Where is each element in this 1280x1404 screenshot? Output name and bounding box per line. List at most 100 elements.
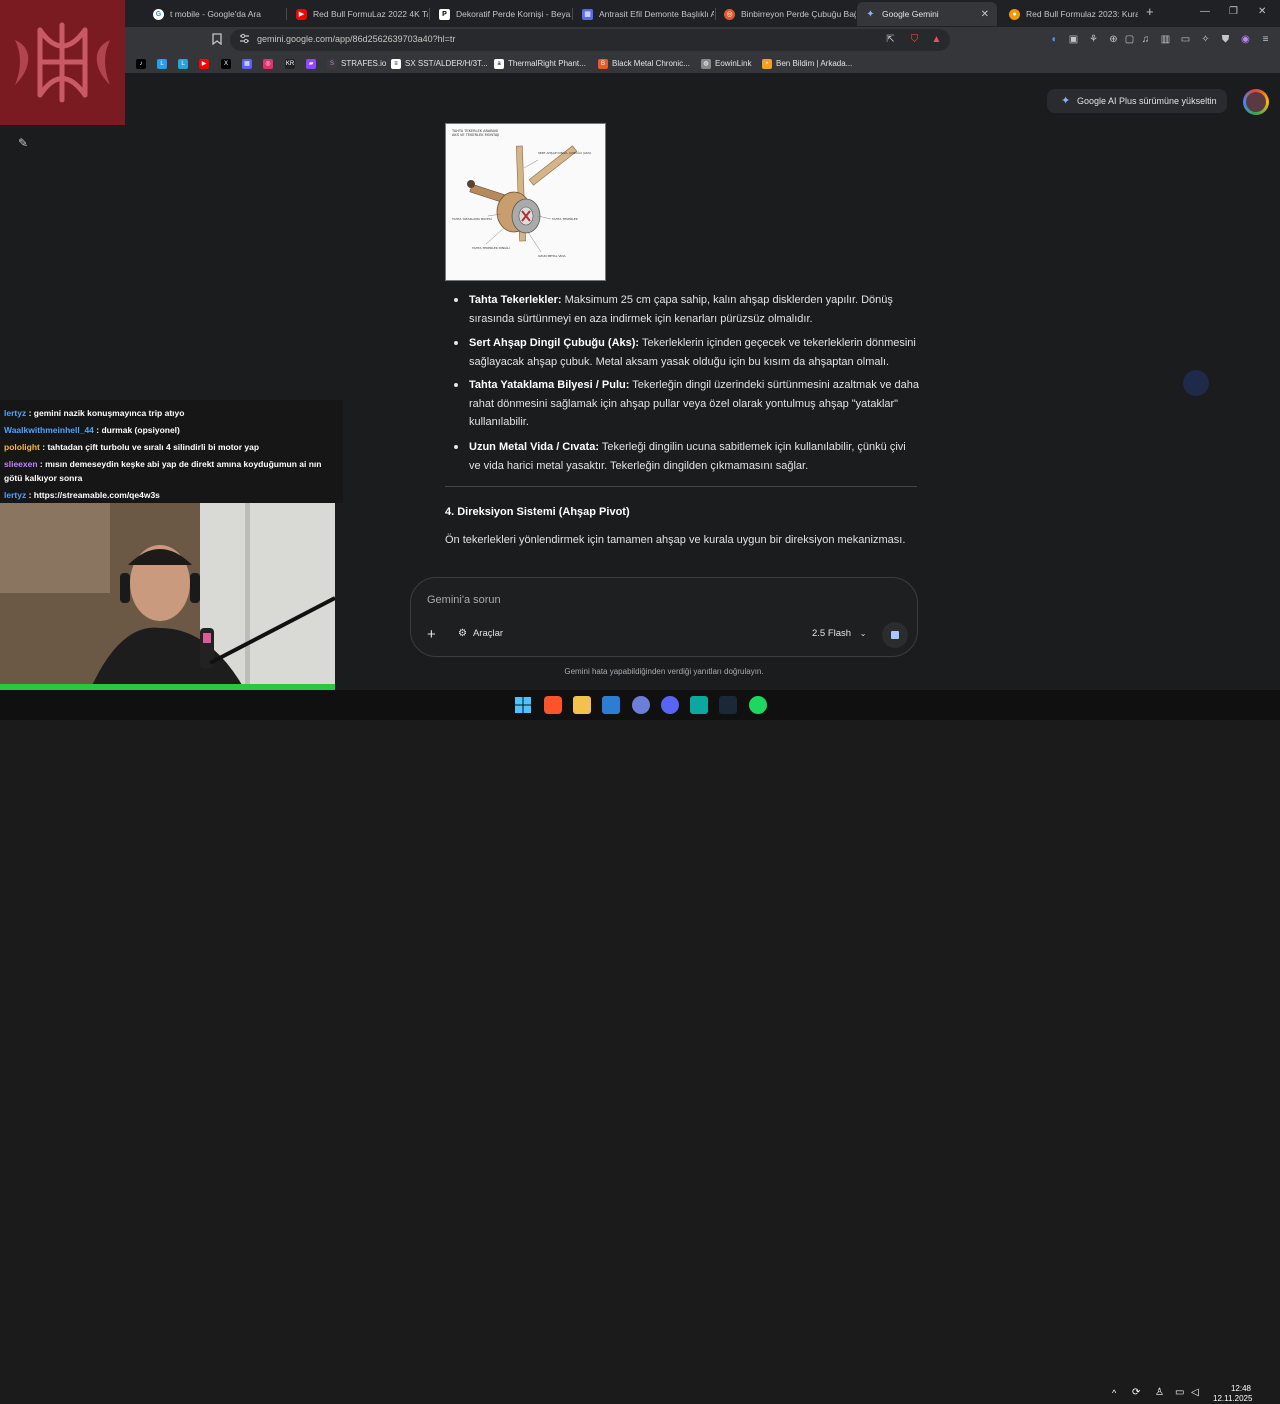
- tab-title: Red Bull Formulaz 2023: Kural: [1026, 9, 1138, 19]
- bookmark-eowinlink[interactable]: ◍ EowinLink: [701, 57, 751, 70]
- bookmark-black-metal[interactable]: B Black Metal Chronic...: [598, 57, 690, 70]
- bookmark-instagram[interactable]: ◎: [263, 57, 277, 70]
- bullet-heading: Sert Ahşap Dingil Çubuğu (Aks):: [469, 337, 640, 349]
- stop-button[interactable]: [882, 622, 908, 648]
- bookmark-site[interactable]: ▦: [242, 57, 256, 70]
- bullet-heading: Tahta Tekerlekler:: [469, 294, 562, 306]
- restore-icon[interactable]: ❐: [1229, 6, 1238, 17]
- site-icon: ●: [1009, 8, 1020, 20]
- tray-chevron-icon[interactable]: ^: [1112, 1388, 1116, 1398]
- new-chat-icon[interactable]: ✎: [18, 136, 28, 150]
- site-icon: P: [439, 8, 450, 20]
- tab-4[interactable]: ▦ Antrasit Efil Demonte Başlıklı A: [574, 2, 714, 26]
- tab-7[interactable]: ● Red Bull Formulaz 2023: Kural: [1001, 2, 1138, 26]
- chat-user: slieexen: [4, 459, 38, 469]
- profile-icon[interactable]: ◉: [1239, 33, 1252, 46]
- wallet-icon[interactable]: ▭: [1179, 33, 1192, 46]
- network-icon[interactable]: ▭: [1175, 1387, 1184, 1398]
- bookmark-site[interactable]: L: [178, 57, 192, 70]
- chat-text: : mısın demeseydin keşke abi yap de dire…: [4, 459, 322, 483]
- bullet-dot: [454, 298, 458, 302]
- bookmark-tiktok[interactable]: ♪: [136, 57, 150, 70]
- spotify-icon[interactable]: [749, 696, 767, 714]
- close-window-icon[interactable]: ✕: [1258, 6, 1266, 17]
- figure-label: UZUN METAL VİDA: [538, 253, 567, 258]
- tab-1[interactable]: G t mobile - Google'da Ara: [145, 2, 285, 26]
- bookmark-label: SX SST/ALDER/H/3T...: [405, 59, 488, 68]
- tab-3[interactable]: P Dekoratif Perde Kornişi - Beyaz: [431, 2, 571, 26]
- file-explorer-icon[interactable]: [573, 696, 591, 714]
- sidebar-icon[interactable]: ▥: [1159, 33, 1172, 46]
- generated-image[interactable]: TAHTA TEKERLEK ARABASI AKS VE TEKERLEK M…: [445, 123, 606, 281]
- bookmark-ben-bildim[interactable]: • Ben Bildim | Arkada...: [762, 57, 852, 70]
- media-icon[interactable]: ♫: [1139, 33, 1152, 46]
- menu-icon[interactable]: ≡: [1259, 33, 1272, 46]
- list-item: Uzun Metal Vida / Cıvata: Tekerleği ding…: [469, 438, 919, 475]
- app-icon[interactable]: [690, 696, 708, 714]
- share-icon[interactable]: ⇱: [884, 33, 897, 46]
- bullet-heading: Tahta Yataklama Bilyesi / Pulu:: [469, 379, 630, 391]
- app-icon[interactable]: [632, 696, 650, 714]
- brave-browser-icon[interactable]: [544, 696, 562, 714]
- system-clock[interactable]: 12:48 12.11.2025: [1213, 1384, 1252, 1404]
- list-item: Tahta Yataklama Bilyesi / Pulu: Tekerleğ…: [469, 376, 919, 432]
- windows-start-icon[interactable]: [514, 696, 532, 714]
- brave-shield-icon[interactable]: ⛉: [908, 33, 921, 46]
- x-icon: X: [221, 58, 231, 69]
- site-info-icon[interactable]: [238, 33, 251, 46]
- audio-icon[interactable]: ◖: [1047, 33, 1060, 46]
- add-attachment-icon[interactable]: +: [427, 626, 436, 643]
- vpn-icon[interactable]: ⛊: [1219, 33, 1232, 46]
- upgrade-plan-button[interactable]: ✦ Google AI Plus sürümüne yükseltin: [1047, 89, 1227, 113]
- sync-icon[interactable]: ⟳: [1132, 1387, 1140, 1398]
- steam-icon[interactable]: [719, 696, 737, 714]
- bullet-dot: [454, 341, 458, 345]
- bookmark-youtube[interactable]: ▶: [199, 57, 213, 70]
- bullet-dot: [454, 383, 458, 387]
- tab-title: Google Gemini: [882, 9, 939, 19]
- minimize-icon[interactable]: —: [1200, 6, 1210, 17]
- bookmark-sx[interactable]: ≡ SX SST/ALDER/H/3T...: [391, 57, 488, 70]
- tab-divider: [286, 8, 287, 20]
- bookmark-strafes[interactable]: S STRAFES.io: [327, 57, 386, 70]
- extension-icon[interactable]: ⚘: [1087, 33, 1100, 46]
- tab-close-icon[interactable]: ✕: [981, 9, 989, 20]
- tab-2[interactable]: ▶ Red Bull FormuLaz 2022 4K Tak: [288, 2, 428, 26]
- chat-message: pololight : tahtadan çift turbolu ve sır…: [4, 440, 342, 454]
- chat-user: lertyz: [4, 408, 27, 418]
- bookmark-thermalright[interactable]: a ThermalRight Phant...: [494, 57, 586, 70]
- amazon-icon: a: [494, 58, 504, 69]
- bookmark-x[interactable]: X: [221, 57, 235, 70]
- globe-icon: ◍: [701, 58, 711, 69]
- brave-rewards-icon[interactable]: ▲: [930, 33, 943, 46]
- model-selector[interactable]: 2.5 Flash ⌄: [812, 628, 866, 639]
- upgrade-label: Google AI Plus sürümüne yükseltin: [1077, 96, 1217, 106]
- extension-icon[interactable]: ▢: [1123, 33, 1136, 46]
- leo-icon[interactable]: ✧: [1199, 33, 1212, 46]
- chat-text: : durmak (opsiyonel): [93, 425, 180, 435]
- microphone-icon[interactable]: ♙: [1155, 1387, 1164, 1398]
- strafes-icon: S: [327, 58, 337, 69]
- tab-title: Red Bull FormuLaz 2022 4K Tak: [313, 9, 428, 19]
- avatar[interactable]: [1243, 89, 1269, 115]
- tab-5[interactable]: ◎ Binbirreyon Perde Çubuğu Bağ: [716, 2, 856, 26]
- bookmark-site[interactable]: L: [157, 57, 171, 70]
- bookmark-star-icon[interactable]: [210, 33, 223, 46]
- bookmark-label: EowinLink: [715, 59, 752, 68]
- volume-icon[interactable]: ◁: [1191, 1387, 1199, 1398]
- chat-message: slieexen : mısın demeseydin keşke abi ya…: [4, 457, 342, 485]
- bookmark-label: ThermalRight Phant...: [508, 59, 586, 68]
- prompt-input[interactable]: Gemini'a sorun: [427, 594, 501, 606]
- tools-button[interactable]: ⚙ Araçlar: [458, 628, 503, 639]
- tools-icon: ⚙: [458, 628, 467, 639]
- new-tab-button[interactable]: +: [1146, 4, 1154, 19]
- address-bar[interactable]: gemini.google.com/app/86d2562639703a40?h…: [230, 29, 950, 51]
- tab-gemini[interactable]: ✦ Google Gemini ✕: [857, 2, 997, 26]
- extension-icon[interactable]: ▣: [1067, 33, 1080, 46]
- photos-icon[interactable]: [602, 696, 620, 714]
- bookmark-site[interactable]: KR: [285, 57, 299, 70]
- bookmark-twitch[interactable]: ▰: [306, 57, 320, 70]
- tiktok-icon: ♪: [136, 58, 146, 69]
- discord-icon[interactable]: [661, 696, 679, 714]
- extension-icon[interactable]: ⊕: [1107, 33, 1120, 46]
